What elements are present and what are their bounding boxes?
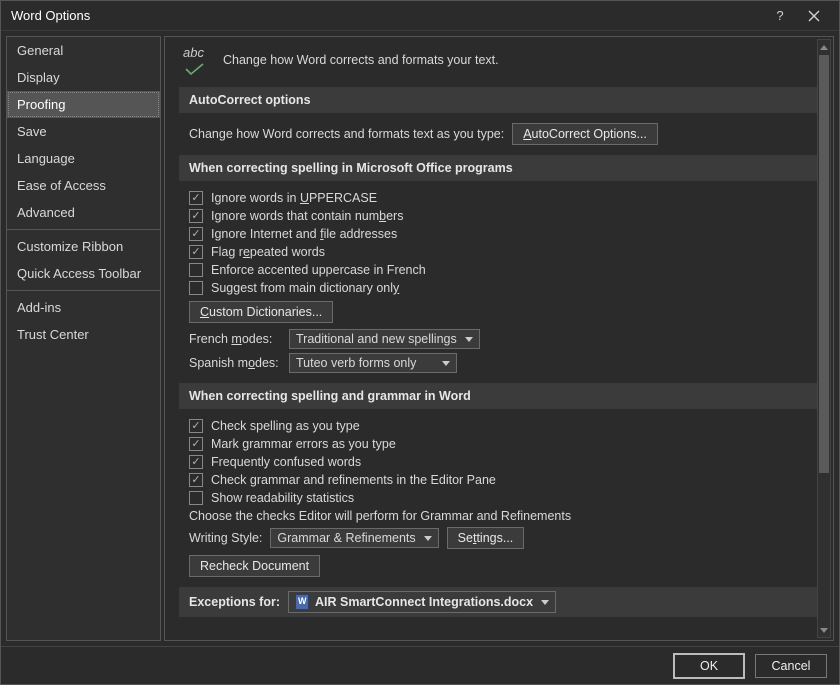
checkbox[interactable] bbox=[189, 419, 203, 433]
exceptions-document-select[interactable]: AIR SmartConnect Integrations.docx bbox=[288, 591, 556, 613]
spanish-modes-select[interactable]: Tuteo verb forms only bbox=[289, 353, 457, 373]
checkbox-label: Enforce accented uppercase in French bbox=[211, 263, 426, 277]
sidebar-item-ease-of-access[interactable]: Ease of Access bbox=[7, 172, 160, 199]
checkbox-label: Mark grammar errors as you type bbox=[211, 437, 396, 451]
sidebar-item-add-ins[interactable]: Add-ins bbox=[7, 294, 160, 321]
checkbox[interactable] bbox=[189, 209, 203, 223]
checkbox-row: Ignore words in UPPERCASE bbox=[189, 191, 819, 205]
checkbox[interactable] bbox=[189, 263, 203, 277]
checkbox-row: Check grammar and refinements in the Edi… bbox=[189, 473, 819, 487]
recheck-document-button[interactable]: Recheck Document bbox=[189, 555, 320, 577]
sidebar-item-quick-access-toolbar[interactable]: Quick Access Toolbar bbox=[7, 260, 160, 287]
help-button[interactable]: ? bbox=[763, 2, 797, 30]
scroll-down-icon[interactable] bbox=[818, 623, 830, 637]
checkbox-row: Suggest from main dictionary only bbox=[189, 281, 819, 295]
sidebar-item-general[interactable]: General bbox=[7, 37, 160, 64]
checkbox[interactable] bbox=[189, 245, 203, 259]
checkbox[interactable] bbox=[189, 491, 203, 505]
checkbox-row: Show readability statistics bbox=[189, 491, 819, 505]
checkbox-row: Flag repeated words bbox=[189, 245, 819, 259]
checkbox-label: Ignore words in UPPERCASE bbox=[211, 191, 377, 205]
sidebar-item-display[interactable]: Display bbox=[7, 64, 160, 91]
sidebar-item-proofing[interactable]: Proofing bbox=[7, 91, 160, 118]
sidebar-item-save[interactable]: Save bbox=[7, 118, 160, 145]
choose-checks-label: Choose the checks Editor will perform fo… bbox=[189, 509, 571, 523]
checkbox[interactable] bbox=[189, 227, 203, 241]
section-exceptions-header: Exceptions for: AIR SmartConnect Integra… bbox=[179, 587, 819, 617]
checkbox-label: Show readability statistics bbox=[211, 491, 354, 505]
exceptions-label: Exceptions for: bbox=[189, 595, 280, 609]
checkbox-label: Ignore words that contain numbers bbox=[211, 209, 403, 223]
writing-style-settings-button[interactable]: Settings... bbox=[447, 527, 525, 549]
french-modes-select[interactable]: Traditional and new spellings bbox=[289, 329, 480, 349]
checkbox[interactable] bbox=[189, 191, 203, 205]
sidebar-item-advanced[interactable]: Advanced bbox=[7, 199, 160, 226]
dialog-footer: OK Cancel bbox=[1, 646, 839, 684]
section-office-spelling-header: When correcting spelling in Microsoft Of… bbox=[179, 155, 819, 181]
checkbox[interactable] bbox=[189, 455, 203, 469]
sidebar-item-trust-center[interactable]: Trust Center bbox=[7, 321, 160, 348]
checkbox-row: Check spelling as you type bbox=[189, 419, 819, 433]
proofing-icon: abc bbox=[183, 47, 211, 73]
checkbox-row: Ignore words that contain numbers bbox=[189, 209, 819, 223]
checkbox-row: Mark grammar errors as you type bbox=[189, 437, 819, 451]
checkbox-row: Ignore Internet and file addresses bbox=[189, 227, 819, 241]
scroll-up-icon[interactable] bbox=[818, 40, 830, 54]
window-title: Word Options bbox=[11, 8, 763, 23]
spanish-modes-label: Spanish modes: bbox=[189, 356, 281, 370]
ok-button[interactable]: OK bbox=[673, 653, 745, 679]
checkbox[interactable] bbox=[189, 281, 203, 295]
checkbox[interactable] bbox=[189, 437, 203, 451]
titlebar: Word Options ? bbox=[1, 1, 839, 31]
autocorrect-desc: Change how Word corrects and formats tex… bbox=[189, 127, 504, 141]
sidebar-item-language[interactable]: Language bbox=[7, 145, 160, 172]
writing-style-label: Writing Style: bbox=[189, 531, 262, 545]
word-doc-icon bbox=[295, 594, 309, 610]
close-button[interactable] bbox=[797, 2, 831, 30]
category-sidebar: GeneralDisplayProofingSaveLanguageEase o… bbox=[6, 36, 161, 641]
writing-style-select[interactable]: Grammar & Refinements bbox=[270, 528, 438, 548]
checkbox[interactable] bbox=[189, 473, 203, 487]
french-modes-label: French modes: bbox=[189, 332, 281, 346]
checkbox-label: Frequently confused words bbox=[211, 455, 361, 469]
checkbox-label: Check grammar and refinements in the Edi… bbox=[211, 473, 496, 487]
options-panel: abc Change how Word corrects and formats… bbox=[165, 37, 833, 640]
checkbox-label: Suggest from main dictionary only bbox=[211, 281, 399, 295]
sidebar-item-customize-ribbon[interactable]: Customize Ribbon bbox=[7, 233, 160, 260]
word-options-dialog: Word Options ? GeneralDisplayProofingSav… bbox=[0, 0, 840, 685]
panel-description: Change how Word corrects and formats you… bbox=[223, 53, 499, 67]
checkbox-row: Frequently confused words bbox=[189, 455, 819, 469]
checkbox-label: Ignore Internet and file addresses bbox=[211, 227, 397, 241]
section-word-spelling-header: When correcting spelling and grammar in … bbox=[179, 383, 819, 409]
checkbox-row: Enforce accented uppercase in French bbox=[189, 263, 819, 277]
custom-dictionaries-button[interactable]: Custom Dictionaries... bbox=[189, 301, 333, 323]
vertical-scrollbar[interactable] bbox=[817, 39, 831, 638]
autocorrect-options-button[interactable]: AutoCorrect Options... bbox=[512, 123, 658, 145]
checkbox-label: Flag repeated words bbox=[211, 245, 325, 259]
scroll-thumb[interactable] bbox=[819, 55, 829, 473]
cancel-button[interactable]: Cancel bbox=[755, 654, 827, 678]
section-autocorrect-header: AutoCorrect options bbox=[179, 87, 819, 113]
checkbox-label: Check spelling as you type bbox=[211, 419, 360, 433]
